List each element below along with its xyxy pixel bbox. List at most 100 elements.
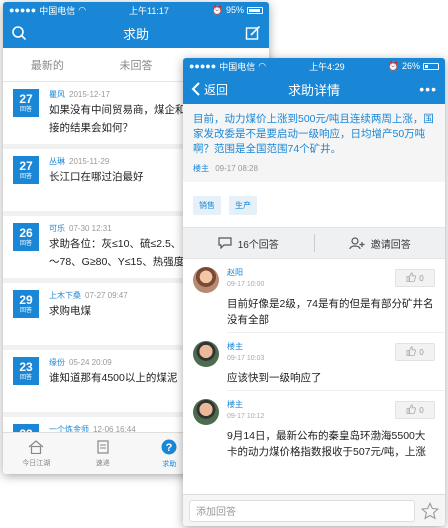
battery-icon — [422, 62, 439, 70]
like-count: 0 — [419, 405, 424, 415]
answer-item: 楼主 09-17 10:03 应该快到一级响应了 0 — [183, 333, 445, 390]
thumbs-up-icon — [406, 272, 417, 284]
question-time: 09-17 08:28 — [215, 164, 258, 173]
avatar[interactable] — [193, 267, 219, 293]
like-count: 0 — [419, 347, 424, 357]
tag[interactable]: 销售 — [193, 196, 221, 215]
battery-percent: 95% — [225, 5, 244, 15]
question-time: 2015-12-17 — [69, 90, 110, 99]
compose-button[interactable] — [245, 18, 261, 48]
star-icon[interactable] — [421, 501, 439, 520]
document-icon — [96, 439, 110, 456]
avatar[interactable] — [193, 399, 219, 425]
back-button[interactable]: 返回 — [191, 74, 228, 104]
tag-list: 销售 生产 — [183, 182, 445, 227]
answer-count-badge: 27 回答 — [13, 156, 39, 184]
question-author[interactable]: 瞿风 — [49, 90, 65, 99]
thumbs-up-icon — [406, 346, 417, 358]
answer-count-label: 回答 — [19, 240, 32, 247]
question-author[interactable]: 楼主 — [193, 164, 209, 173]
question-text: 目前，动力煤价上涨到500元/吨且连续两周上涨，国家发改委是不是要启动一级响应，… — [193, 113, 434, 155]
answer-count-badge: 27 回答 — [13, 89, 39, 117]
answer-count: 27 — [19, 91, 33, 106]
question-time: 2015-11-29 — [69, 157, 110, 166]
like-button[interactable]: 0 — [395, 269, 435, 287]
svg-text:?: ? — [166, 442, 173, 454]
invite-answer-label: 邀请回答 — [370, 239, 411, 251]
answer-count-badge: 23回答 — [13, 357, 39, 385]
invite-answer-button[interactable]: 邀请回答 — [315, 236, 446, 251]
tabbar-label: 今日江湖 — [22, 459, 51, 467]
compose-icon — [245, 25, 261, 40]
house-icon — [28, 439, 44, 456]
status-time: 上午11:17 — [128, 5, 169, 16]
avatar[interactable] — [193, 341, 219, 367]
answers-count-label: 16个回答 — [237, 239, 279, 251]
question-author[interactable]: 缘份 — [49, 358, 65, 367]
signal-icon: ●●●●● — [189, 61, 217, 71]
wifi-icon: ◠ — [78, 4, 87, 15]
tabbar-item[interactable]: 速递 — [70, 433, 137, 474]
answer-count-badge: 29 回答 — [13, 290, 39, 318]
question-icon: ? — [161, 439, 177, 457]
answer-count: 26 — [19, 225, 33, 240]
answers-count-button[interactable]: 16个回答 — [183, 236, 314, 251]
carrier-label: 中国电信 — [219, 61, 256, 72]
answer-text: 目前好像是2级，74是有的但是有部分矿井名没有全部 — [227, 298, 434, 326]
status-bar: ●●●●● 中国电信 ◠ 上午11:17 ⏰ 95% — [3, 2, 269, 18]
back-label: 返回 — [204, 82, 229, 97]
answer-input[interactable]: 添加回答 — [189, 499, 415, 522]
page-title: 求助 — [122, 26, 149, 42]
alarm-icon: ⏰ — [211, 4, 223, 15]
answer-text: 应该快到一级响应了 — [227, 372, 322, 384]
wifi-icon: ◠ — [258, 60, 267, 71]
answer-item: 楼主 09-17 10:12 9月14日，最新公布的秦皇岛环渤海5500大卡的动力煤… — [183, 391, 445, 464]
right-phone-screen: ●●●●● 中国电信 ◠ 上午4:29 ⏰ 26% 返回 求助详情 ••• 目前… — [183, 58, 445, 526]
battery-percent: 26% — [401, 61, 420, 71]
like-button[interactable]: 0 — [395, 401, 435, 419]
invite-user-icon — [349, 236, 365, 249]
question-time: 07-27 09:47 — [85, 291, 128, 300]
page-title: 求助详情 — [287, 82, 340, 98]
question-time: 05-24 20:09 — [69, 358, 112, 367]
status-bar: ●●●●● 中国电信 ◠ 上午4:29 ⏰ 26% — [183, 58, 445, 74]
tag[interactable]: 生产 — [229, 196, 257, 215]
alarm-icon: ⏰ — [387, 60, 399, 71]
answer-count: 29 — [19, 292, 33, 307]
answer-count: 27 — [19, 158, 33, 173]
tabbar-label: 求助 — [162, 460, 177, 468]
tab-unanswered[interactable]: 未回答 — [92, 48, 181, 81]
question-time: 07-30 12:31 — [69, 224, 112, 233]
answer-input-bar: 添加回答 — [183, 494, 445, 526]
question-author[interactable]: 可乐 — [49, 224, 65, 233]
search-icon — [12, 26, 27, 41]
answer-count-badge: 26 回答 — [13, 223, 39, 251]
answer-count-label: 回答 — [19, 173, 32, 180]
tabbar-item[interactable]: 今日江湖 — [3, 433, 70, 474]
tab-latest[interactable]: 最新的 — [3, 48, 92, 81]
tabbar-label: 速递 — [95, 459, 110, 467]
signal-icon: ●●●●● — [9, 5, 37, 15]
answer-count-label: 回答 — [19, 374, 32, 381]
like-button[interactable]: 0 — [395, 343, 435, 361]
more-icon: ••• — [419, 81, 437, 97]
question-meta: 楼主 09-17 08:28 — [193, 163, 435, 174]
chevron-left-icon — [191, 82, 200, 96]
battery-icon — [247, 6, 263, 14]
action-row: 16个回答 邀请回答 — [183, 227, 445, 259]
like-count: 0 — [419, 273, 424, 283]
search-button[interactable] — [11, 18, 27, 48]
answer-count-label: 回答 — [19, 106, 32, 113]
status-time: 上午4:29 — [309, 61, 345, 72]
answer-count-label: 回答 — [19, 307, 32, 314]
answer-text: 9月14日，最新公布的秦皇岛环渤海5500大卡的动力煤价格指数报收于507元/吨… — [227, 430, 426, 458]
comment-icon — [218, 237, 232, 249]
thumbs-up-icon — [406, 404, 417, 416]
question-author[interactable]: 丛琳 — [49, 157, 65, 166]
nav-bar: 求助 — [3, 18, 269, 48]
nav-bar: 返回 求助详情 ••• — [183, 74, 445, 104]
carrier-label: 中国电信 — [39, 5, 76, 16]
more-button[interactable]: ••• — [419, 74, 437, 104]
answer-list: 赵阳 09-17 10:00 目前好像是2级，74是有的但是有部分矿井名没有全部 0 楼… — [183, 259, 445, 464]
question-author[interactable]: 上木下桑 — [49, 291, 81, 300]
